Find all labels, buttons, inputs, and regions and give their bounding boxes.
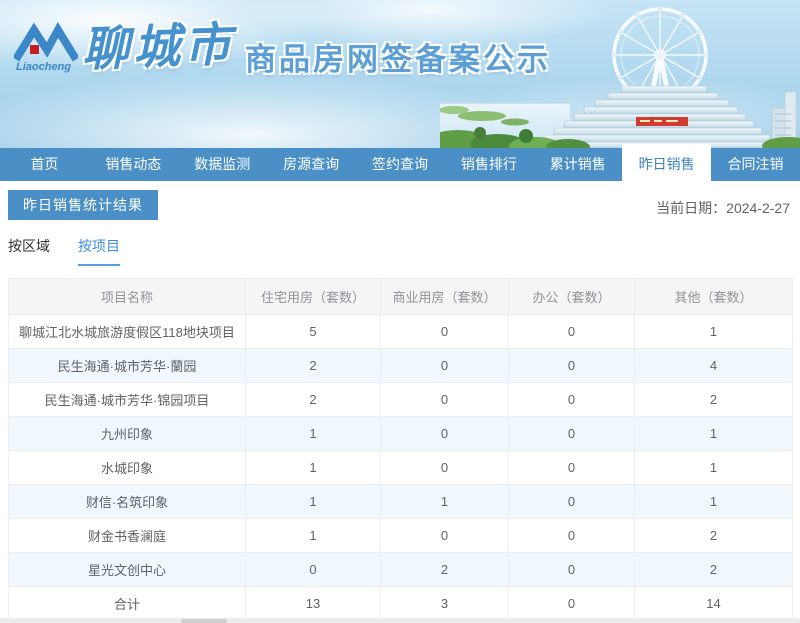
value-cell: 0 xyxy=(246,553,381,587)
value-cell: 1 xyxy=(381,485,509,519)
value-cell: 0 xyxy=(509,315,635,349)
value-cell: 1 xyxy=(246,519,381,553)
project-name-cell: 星光文创中心 xyxy=(9,553,246,587)
horizontal-scrollbar[interactable] xyxy=(181,619,227,623)
value-cell: 2 xyxy=(635,519,793,553)
tab-0[interactable]: 按区域 xyxy=(8,236,50,266)
table-body: 聊城江北水城旅游度假区118地块项目5001民生海通·城市芳华·蘭园2004民生… xyxy=(9,315,793,621)
nav-item-3[interactable]: 房源查询 xyxy=(267,148,356,181)
value-cell: 0 xyxy=(381,519,509,553)
value-cell: 1 xyxy=(635,485,793,519)
value-cell: 1 xyxy=(635,417,793,451)
value-cell: 0 xyxy=(381,315,509,349)
value-cell: 1 xyxy=(246,485,381,519)
nav-item-0[interactable]: 首页 xyxy=(0,148,89,181)
nav-item-8[interactable]: 合同注销 xyxy=(711,148,800,181)
value-cell: 0 xyxy=(509,485,635,519)
sales-table: 项目名称住宅用房（套数）商业用房（套数）办公（套数）其他（套数） 聊城江北水城旅… xyxy=(8,278,793,621)
stepped-building xyxy=(538,86,778,148)
title-row: 昨日销售统计结果 当前日期：2024-2-27 xyxy=(8,190,792,220)
nav-item-2[interactable]: 数据监测 xyxy=(178,148,267,181)
value-cell: 0 xyxy=(509,519,635,553)
value-cell: 0 xyxy=(381,383,509,417)
value-cell: 0 xyxy=(509,587,635,621)
column-header: 办公（套数） xyxy=(509,279,635,315)
value-cell: 1 xyxy=(246,417,381,451)
value-cell: 1 xyxy=(246,451,381,485)
table-row: 财信·名筑印象1101 xyxy=(9,485,793,519)
current-date: 当前日期：2024-2-27 xyxy=(656,198,792,218)
project-name-cell: 财金书香澜庭 xyxy=(9,519,246,553)
value-cell: 2 xyxy=(381,553,509,587)
bottom-strip xyxy=(0,618,800,623)
value-cell: 2 xyxy=(635,553,793,587)
value-cell: 0 xyxy=(509,383,635,417)
table-row: 水城印象1001 xyxy=(9,451,793,485)
table-row: 九州印象1001 xyxy=(9,417,793,451)
main-nav: 首页销售动态数据监测房源查询签约查询销售排行累计销售昨日销售合同注销 xyxy=(0,148,800,181)
nav-item-7[interactable]: 昨日销售 xyxy=(622,144,711,181)
column-header: 项目名称 xyxy=(9,279,246,315)
value-cell: 2 xyxy=(246,383,381,417)
project-name-cell: 九州印象 xyxy=(9,417,246,451)
value-cell: 2 xyxy=(246,349,381,383)
value-cell: 2 xyxy=(635,383,793,417)
value-cell: 3 xyxy=(381,587,509,621)
value-cell: 0 xyxy=(381,349,509,383)
table-row: 财金书香澜庭1002 xyxy=(9,519,793,553)
table-header-row: 项目名称住宅用房（套数）商业用房（套数）办公（套数）其他（套数） xyxy=(9,279,793,315)
logo-text: Liaocheng xyxy=(16,61,71,73)
value-cell: 0 xyxy=(509,451,635,485)
table-row: 星光文创中心0202 xyxy=(9,553,793,587)
nav-item-6[interactable]: 累计销售 xyxy=(533,148,622,181)
column-header: 其他（套数） xyxy=(635,279,793,315)
project-name-cell: 合计 xyxy=(9,587,246,621)
nav-item-1[interactable]: 销售动态 xyxy=(89,148,178,181)
column-header: 住宅用房（套数） xyxy=(246,279,381,315)
site-brand: Liaocheng 聊城市 商品房网签备案公示 xyxy=(14,18,551,80)
site-name: 聊城市 xyxy=(81,15,236,78)
nav-item-5[interactable]: 销售排行 xyxy=(444,148,533,181)
table-row: 合计133014 xyxy=(9,587,793,621)
project-name-cell: 水城印象 xyxy=(9,451,246,485)
liaocheng-logo-icon: Liaocheng xyxy=(14,18,78,80)
value-cell: 0 xyxy=(381,417,509,451)
value-cell: 0 xyxy=(509,417,635,451)
table-row: 民生海通·城市芳华·蘭园2004 xyxy=(9,349,793,383)
value-cell: 0 xyxy=(381,451,509,485)
column-header: 商业用房（套数） xyxy=(381,279,509,315)
value-cell: 5 xyxy=(246,315,381,349)
page-title: 昨日销售统计结果 xyxy=(8,190,158,220)
project-name-cell: 财信·名筑印象 xyxy=(9,485,246,519)
value-cell: 0 xyxy=(509,349,635,383)
value-cell: 1 xyxy=(635,315,793,349)
value-cell: 0 xyxy=(509,553,635,587)
value-cell: 13 xyxy=(246,587,381,621)
project-name-cell: 聊城江北水城旅游度假区118地块项目 xyxy=(9,315,246,349)
project-name-cell: 民生海通·城市芳华·锦园项目 xyxy=(9,383,246,417)
project-name-cell: 民生海通·城市芳华·蘭园 xyxy=(9,349,246,383)
table-row: 民生海通·城市芳华·锦园项目2002 xyxy=(9,383,793,417)
site-banner: Liaocheng 聊城市 商品房网签备案公示 xyxy=(0,0,800,148)
value-cell: 1 xyxy=(635,451,793,485)
view-tabs: 按区域按项目 xyxy=(8,236,792,266)
content: 昨日销售统计结果 当前日期：2024-2-27 按区域按项目 项目名称住宅用房（… xyxy=(0,181,800,621)
value-cell: 14 xyxy=(635,587,793,621)
site-subtitle: 商品房网签备案公示 xyxy=(245,40,551,80)
table-row: 聊城江北水城旅游度假区118地块项目5001 xyxy=(9,315,793,349)
tab-1[interactable]: 按项目 xyxy=(78,236,120,266)
page: Liaocheng 聊城市 商品房网签备案公示 xyxy=(0,0,800,623)
nav-item-4[interactable]: 签约查询 xyxy=(356,148,445,181)
value-cell: 4 xyxy=(635,349,793,383)
